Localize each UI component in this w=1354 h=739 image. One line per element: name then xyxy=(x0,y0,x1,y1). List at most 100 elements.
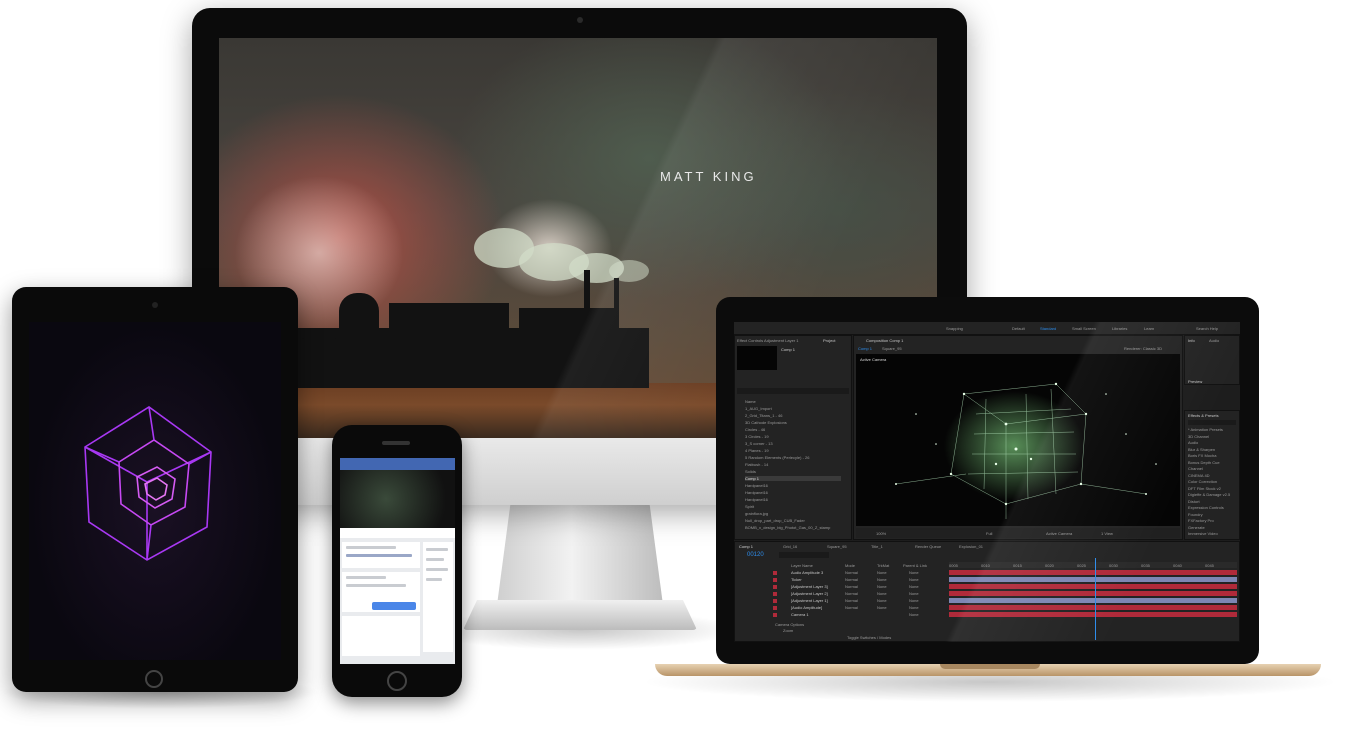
info-tab[interactable]: Info xyxy=(1188,338,1195,343)
effect-category[interactable]: Digieffe & Damage v2.5 xyxy=(1188,492,1230,497)
layer-track-bar[interactable] xyxy=(949,605,1237,610)
layer-track-bar[interactable] xyxy=(949,584,1237,589)
time-ruler[interactable]: 0005 0010 0015 0020 0025 0030 0035 0040 0045 xyxy=(949,562,1237,568)
view-layout-dropdown[interactable]: 1 View xyxy=(1101,531,1113,536)
composition-tab[interactable]: Composition Comp 1 xyxy=(866,338,903,343)
project-search-input[interactable] xyxy=(737,388,849,394)
parent-header[interactable]: Parent & Link xyxy=(903,563,927,568)
home-button[interactable] xyxy=(387,671,407,691)
search-help-field[interactable]: Search Help xyxy=(1196,326,1218,331)
layer-name[interactable]: [Adjustment Layer 3] xyxy=(791,584,828,589)
layer-name[interactable]: Ticker xyxy=(791,577,802,582)
effect-category[interactable]: 3D Channel xyxy=(1188,434,1209,439)
layer-label-color[interactable] xyxy=(773,570,777,575)
effect-category[interactable]: Channel xyxy=(1188,466,1203,471)
layer-label-color[interactable] xyxy=(773,598,777,603)
layer-mode[interactable]: Normal xyxy=(845,591,858,596)
effects-presets-tab[interactable]: Effects & Presets xyxy=(1188,413,1219,418)
project-item[interactable]: Flatbush - 14 xyxy=(745,462,768,467)
layer-track-bar[interactable] xyxy=(949,591,1237,596)
layer-label-color[interactable] xyxy=(773,584,777,589)
timeline-tab[interactable]: Title_1 xyxy=(871,544,883,549)
zoom-dropdown[interactable]: 100% xyxy=(876,531,886,536)
timeline-tab[interactable]: Square_95 xyxy=(827,544,847,549)
effect-category[interactable]: Audio xyxy=(1188,440,1198,445)
workspace-learn[interactable]: Learn xyxy=(1144,326,1154,331)
active-camera-dropdown[interactable]: Active Camera xyxy=(1046,531,1072,536)
effect-category[interactable]: * Animation Presets xyxy=(1188,427,1223,432)
project-item[interactable]: 5 Random Elements (Perlecyle) - 26 xyxy=(745,455,809,460)
layer-parent[interactable]: None xyxy=(909,570,919,575)
layer-trkmat[interactable]: None xyxy=(877,598,887,603)
project-item[interactable]: 4 Planes - 19 xyxy=(745,448,769,453)
effect-category[interactable]: CINEMA 4D xyxy=(1188,473,1210,478)
preview-tab[interactable]: Preview xyxy=(1188,379,1202,384)
timeline-tab[interactable]: Comp 1 xyxy=(739,544,753,549)
layer-name[interactable]: [Adjustment Layer 2] xyxy=(791,591,828,596)
comp-subtab-2[interactable]: Square_95 xyxy=(882,346,902,351)
workspace-small-screen[interactable]: Small Screen xyxy=(1072,326,1096,331)
timecode-display[interactable]: 00120 xyxy=(747,552,764,558)
layer-mode[interactable]: Normal xyxy=(845,577,858,582)
effect-controls-tab[interactable]: Effect Controls Adjustment Layer 1 xyxy=(737,338,799,343)
project-item[interactable]: 3D Cathode Explosions xyxy=(745,420,787,425)
project-item[interactable]: Comp 1 xyxy=(745,476,841,481)
effect-category[interactable]: Immersive Video xyxy=(1188,531,1218,536)
snapping-toggle[interactable]: Snapping xyxy=(946,326,963,331)
name-column-header[interactable]: Name xyxy=(745,399,756,404)
project-item[interactable]: Circles - 46 xyxy=(745,427,765,432)
project-tab[interactable]: Project xyxy=(823,338,835,343)
layer-mode[interactable]: Normal xyxy=(845,605,858,610)
effect-category[interactable]: FXFactory Pro xyxy=(1188,518,1214,523)
home-button[interactable] xyxy=(145,670,163,688)
timeline-tab[interactable]: Grid_16 xyxy=(783,544,797,549)
project-item[interactable]: Hardpanel16 xyxy=(745,497,768,502)
workspace-default[interactable]: Default xyxy=(1012,326,1025,331)
project-item[interactable]: grainflora.jpg xyxy=(745,511,768,516)
layer-track-bar[interactable] xyxy=(949,570,1237,575)
timeline-search-input[interactable] xyxy=(779,552,829,558)
mode-header[interactable]: Mode xyxy=(845,563,855,568)
effect-category[interactable]: Expression Controls xyxy=(1188,505,1224,510)
layer-label-color[interactable] xyxy=(773,577,777,582)
layer-name[interactable]: [Adjustment Layer 1] xyxy=(791,598,828,603)
audio-tab[interactable]: Audio xyxy=(1209,338,1219,343)
effect-category[interactable]: Foundry xyxy=(1188,512,1203,517)
comp-subtab-1[interactable]: Comp 1 xyxy=(858,346,872,351)
timeline-tab[interactable]: Explosion_01 xyxy=(959,544,983,549)
trkmat-header[interactable]: TrkMat xyxy=(877,563,889,568)
layer-parent[interactable]: None xyxy=(909,612,919,617)
workspace-standard[interactable]: Standard xyxy=(1040,326,1056,331)
layer-trkmat[interactable]: None xyxy=(877,584,887,589)
layer-track-bar[interactable] xyxy=(949,612,1237,617)
project-item[interactable]: Hardpanel16 xyxy=(745,490,768,495)
effect-category[interactable]: Bonus Depth Cue xyxy=(1188,460,1220,465)
timeline-tab[interactable]: Render Queue xyxy=(915,544,941,549)
playhead[interactable] xyxy=(1095,558,1096,640)
effects-search-input[interactable] xyxy=(1188,420,1236,425)
project-item[interactable]: Solids xyxy=(745,469,756,474)
layer-trkmat[interactable]: None xyxy=(877,577,887,582)
project-item[interactable]: Null_drop_part_drop_CUB_Fader xyxy=(745,518,805,523)
effect-category[interactable]: DFT Film Stock v2 xyxy=(1188,486,1221,491)
layer-trkmat[interactable]: None xyxy=(877,570,887,575)
project-item[interactable]: Hardpanel16 xyxy=(745,483,768,488)
layer-trkmat[interactable]: None xyxy=(877,591,887,596)
layer-parent[interactable]: None xyxy=(909,598,919,603)
composition-viewer[interactable]: Active Camera xyxy=(856,354,1180,526)
project-item[interactable]: 3 Circles - 19 xyxy=(745,434,769,439)
workspace-libraries[interactable]: Libraries xyxy=(1112,326,1127,331)
layer-name[interactable]: Camera 1 xyxy=(791,612,809,617)
effect-category[interactable]: Color Correction xyxy=(1188,479,1217,484)
layer-name-header[interactable]: Layer Name xyxy=(791,563,813,568)
layer-label-color[interactable] xyxy=(773,612,777,617)
layer-label-color[interactable] xyxy=(773,605,777,610)
layer-track-bar[interactable] xyxy=(949,577,1237,582)
project-item[interactable]: 3_S corner - 13 xyxy=(745,441,773,446)
layer-mode[interactable]: Normal xyxy=(845,584,858,589)
effect-category[interactable]: Generate xyxy=(1188,525,1205,530)
effect-category[interactable]: Boris FX Mocha xyxy=(1188,453,1216,458)
layer-track-bar[interactable] xyxy=(949,598,1237,603)
layer-parent[interactable]: None xyxy=(909,605,919,610)
project-item[interactable]: 1_AUG_Import xyxy=(745,406,772,411)
